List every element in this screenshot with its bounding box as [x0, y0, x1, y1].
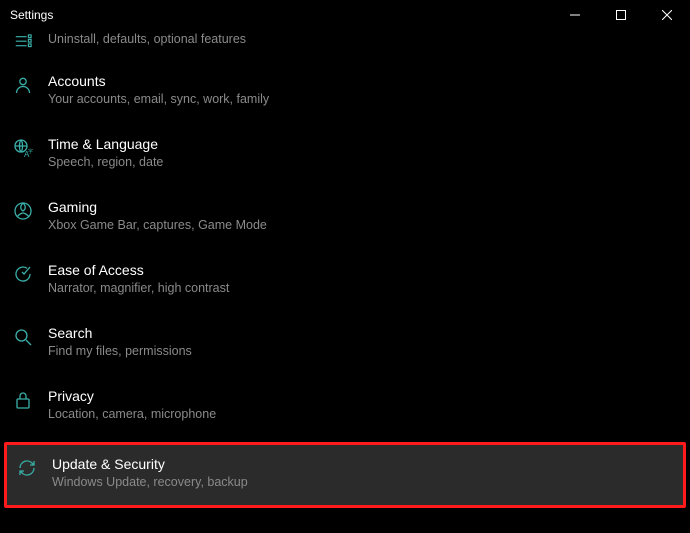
apps-icon — [12, 34, 34, 52]
category-title: Accounts — [48, 72, 269, 90]
ease-of-access-icon — [12, 263, 34, 285]
search-icon — [12, 326, 34, 348]
category-privacy[interactable]: Privacy Location, camera, microphone — [0, 377, 690, 440]
category-apps[interactable]: Uninstall, defaults, optional features — [0, 30, 690, 62]
maximize-icon — [616, 10, 626, 20]
category-desc: Your accounts, email, sync, work, family — [48, 91, 269, 108]
category-title: Gaming — [48, 198, 267, 216]
category-ease-of-access[interactable]: Ease of Access Narrator, magnifier, high… — [0, 251, 690, 314]
category-update-security[interactable]: Update & Security Windows Update, recove… — [7, 445, 683, 505]
category-title: Privacy — [48, 387, 216, 405]
minimize-icon — [570, 10, 580, 20]
time-language-icon: A 字 — [12, 137, 34, 159]
maximize-button[interactable] — [598, 0, 644, 30]
category-title: Search — [48, 324, 192, 342]
category-desc: Find my files, permissions — [48, 343, 192, 360]
category-time-language[interactable]: A 字 Time & Language Speech, region, date — [0, 125, 690, 188]
close-button[interactable] — [644, 0, 690, 30]
settings-list: Uninstall, defaults, optional features A… — [0, 30, 690, 508]
category-accounts[interactable]: Accounts Your accounts, email, sync, wor… — [0, 62, 690, 125]
close-icon — [662, 10, 672, 20]
highlight-annotation: Update & Security Windows Update, recove… — [4, 442, 686, 508]
category-title: Time & Language — [48, 135, 163, 153]
category-desc: Uninstall, defaults, optional features — [48, 31, 246, 48]
svg-text:字: 字 — [28, 148, 33, 155]
category-title: Update & Security — [52, 455, 248, 473]
update-security-icon — [16, 457, 38, 479]
privacy-icon — [12, 389, 34, 411]
gaming-icon — [12, 200, 34, 222]
category-title: Ease of Access — [48, 261, 229, 279]
minimize-button[interactable] — [552, 0, 598, 30]
category-desc: Speech, region, date — [48, 154, 163, 171]
titlebar: Settings — [0, 0, 690, 30]
category-desc: Narrator, magnifier, high contrast — [48, 280, 229, 297]
category-desc: Windows Update, recovery, backup — [52, 474, 248, 491]
category-gaming[interactable]: Gaming Xbox Game Bar, captures, Game Mod… — [0, 188, 690, 251]
window-title: Settings — [0, 8, 53, 22]
accounts-icon — [12, 74, 34, 96]
category-desc: Location, camera, microphone — [48, 406, 216, 423]
category-search[interactable]: Search Find my files, permissions — [0, 314, 690, 377]
category-desc: Xbox Game Bar, captures, Game Mode — [48, 217, 267, 234]
